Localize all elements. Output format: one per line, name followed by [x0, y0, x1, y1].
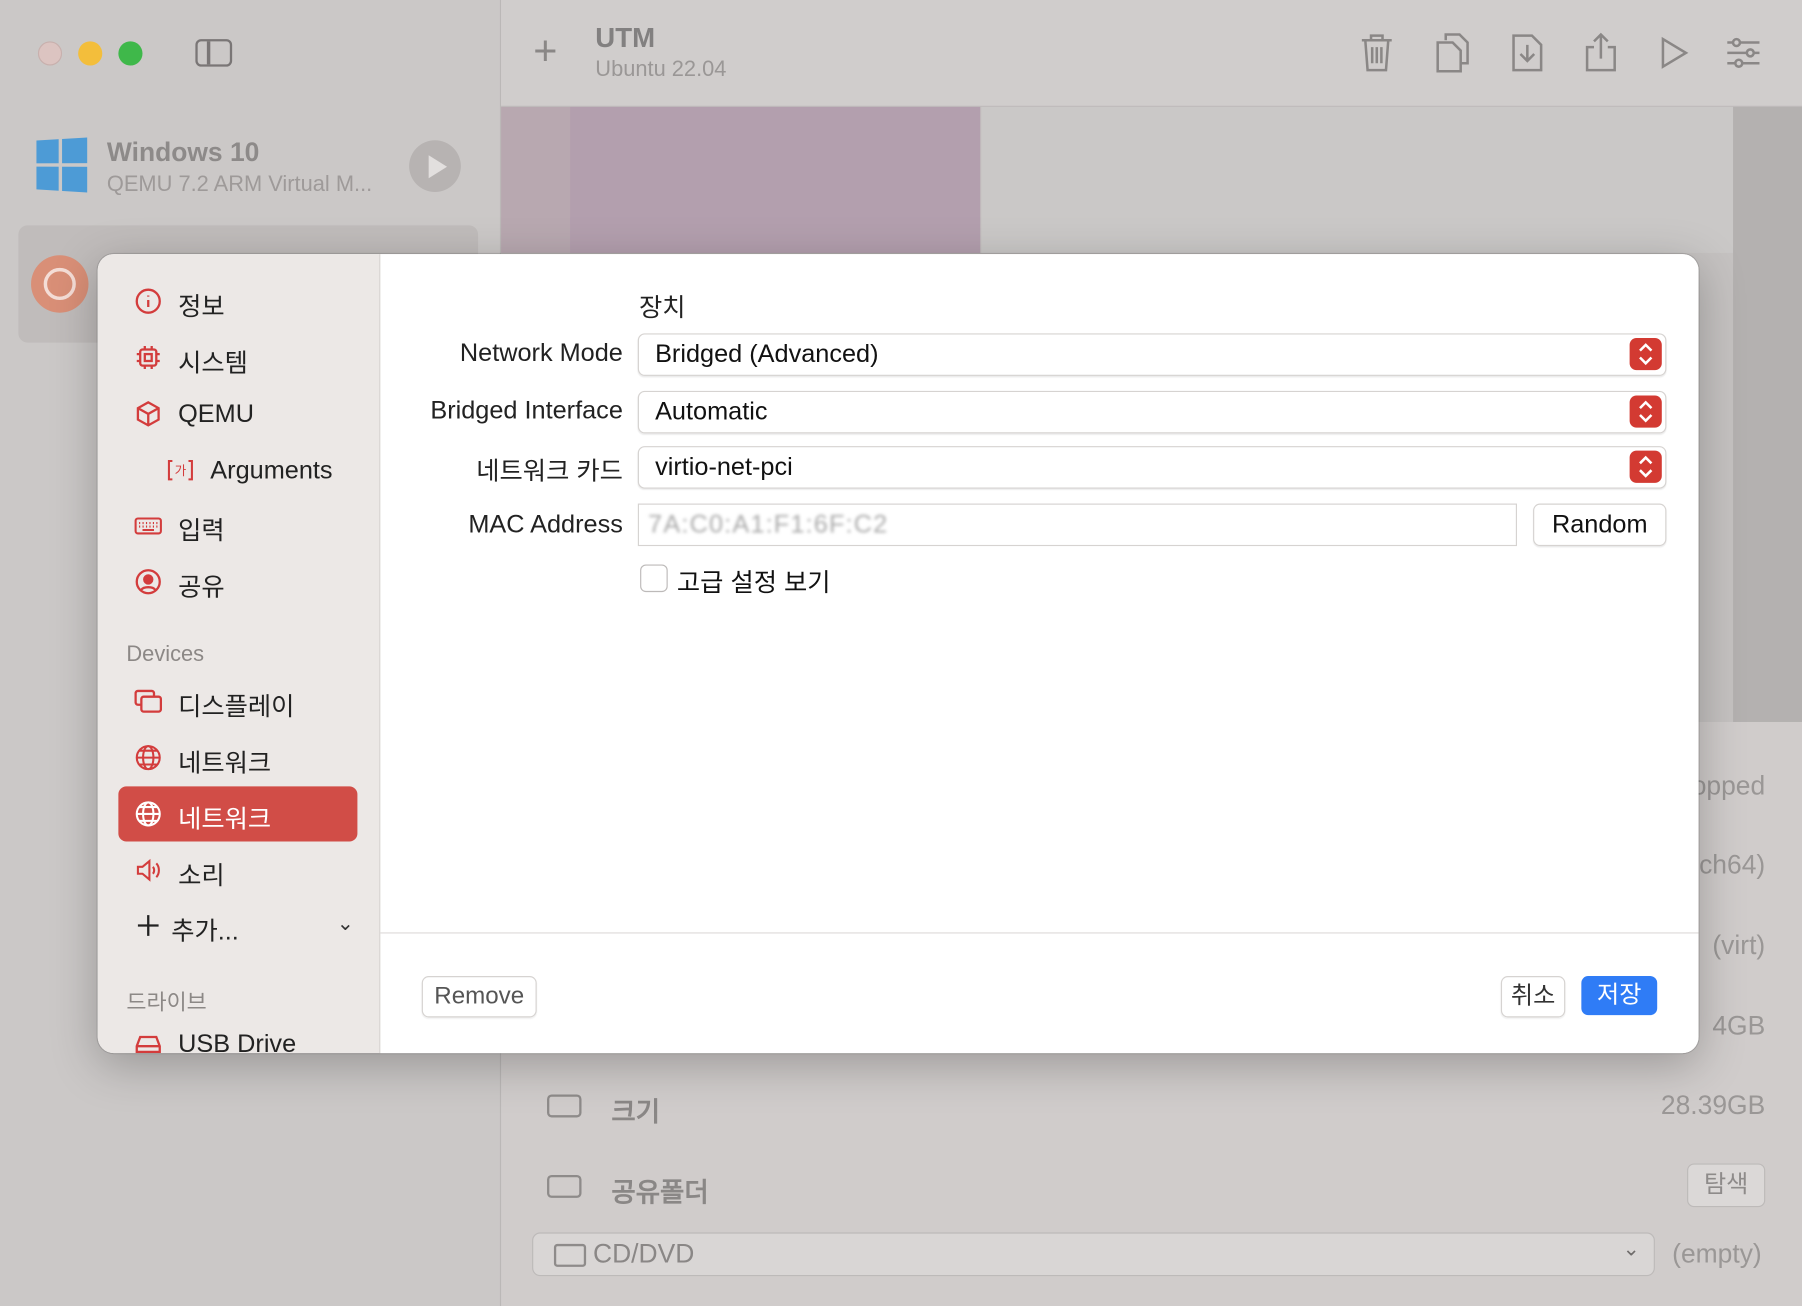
cancel-button[interactable]: 취소 [1500, 976, 1566, 1018]
vm-list-item-windows[interactable]: Windows 10 QEMU 7.2 ARM Virtual M... [0, 109, 500, 224]
sidebar-item-info[interactable]: 정보 [118, 274, 357, 329]
run-icon[interactable] [1654, 31, 1693, 75]
dialog-footer: Remove 취소 저장 [380, 932, 1699, 1054]
globe-icon [134, 800, 162, 828]
sidebar-item-qemu[interactable]: QEMU [118, 386, 357, 441]
add-vm-icon[interactable]: + [533, 27, 557, 74]
zoom-window-button[interactable] [118, 41, 143, 66]
show-advanced-checkbox[interactable] [640, 564, 668, 593]
display-icon [134, 687, 163, 715]
download-icon[interactable] [1508, 31, 1547, 75]
trash-icon[interactable] [1357, 31, 1396, 75]
sidebar-item-input[interactable]: 입력 [118, 498, 357, 553]
plus-icon [134, 912, 162, 940]
terminal-preview [570, 106, 981, 253]
devices-section-header: Devices [126, 642, 205, 667]
clone-icon[interactable] [1433, 31, 1472, 75]
size-label: 크기 [611, 1096, 661, 1127]
shared-folder-label: 공유폴더 [611, 1177, 709, 1208]
cube-icon [134, 400, 162, 428]
network-card-label: 네트워크 카드 [476, 456, 623, 486]
add-device-menu[interactable]: 추가... ⌄ [118, 898, 357, 953]
play-icon[interactable] [409, 140, 461, 192]
person-circle-icon [134, 568, 162, 596]
vm-name: Windows 10 [106, 136, 260, 167]
bridged-interface-select[interactable]: Automatic [637, 390, 1667, 434]
sidebar-item-sound[interactable]: 소리 [118, 843, 357, 898]
save-button[interactable]: 저장 [1581, 976, 1658, 1016]
random-mac-button[interactable]: Random [1533, 503, 1667, 547]
settings-sliders-icon[interactable] [1724, 31, 1763, 75]
sidebar-item-display[interactable]: 디스플레이 [118, 674, 357, 729]
mac-address-label: MAC Address [468, 509, 623, 539]
network-settings-form: 장치 Network Mode Bridged (Advanced) Bridg… [380, 254, 1699, 933]
svg-text:가: 가 [175, 463, 187, 478]
cpu-icon [134, 344, 162, 372]
dock-preview [501, 106, 571, 253]
windows-logo-icon [36, 137, 88, 193]
bridged-interface-label: Bridged Interface [430, 395, 623, 425]
size-value: 28.39GB [1660, 1089, 1766, 1120]
mac-address-field[interactable]: 7A:C0:A1:F1:6F:C2 [637, 503, 1517, 547]
stepper-icon [1629, 395, 1662, 428]
vm-subtitle: QEMU 7.2 ARM Virtual M... [106, 172, 373, 197]
cd-drive-icon [553, 1243, 587, 1267]
remove-button[interactable]: Remove [421, 976, 537, 1018]
stepper-icon [1629, 337, 1662, 371]
globe-icon [134, 744, 162, 772]
speaker-icon [134, 856, 162, 884]
sidebar-item-arguments[interactable]: 가 Arguments [118, 443, 357, 498]
file-manager-preview [981, 106, 1734, 253]
share-icon[interactable] [1581, 31, 1620, 75]
keyboard-icon [134, 512, 162, 540]
drive-icon [547, 1094, 582, 1118]
ubuntu-logo-icon [31, 255, 89, 313]
vm-size-row: 크기 28.39GB [501, 1090, 1765, 1147]
app-title: UTM [595, 22, 656, 55]
network-mode-select[interactable]: Bridged (Advanced) [637, 333, 1667, 376]
settings-sidebar: 정보 시스템 QEMU 가 Arguments 입력 공유 Devices 디스… [97, 254, 381, 1054]
info-icon [134, 287, 162, 315]
chevron-down-icon: ⌄ [336, 911, 355, 935]
stepper-icon [1629, 450, 1662, 483]
section-title: 장치 [638, 293, 686, 322]
drive-icon [134, 1030, 162, 1054]
vm-subtitle: Ubuntu 22.04 [595, 57, 727, 82]
sidebar-item-network-1[interactable]: 네트워크 [118, 730, 357, 785]
chevron-down-icon: ⌄ [1622, 1237, 1640, 1261]
sidebar-item-sharing[interactable]: 공유 [118, 554, 357, 609]
shared-drive-icon [547, 1174, 582, 1198]
sidebar-item-network-2[interactable]: 네트워크 [118, 786, 358, 842]
toolbar: + UTM Ubuntu 22.04 [501, 0, 1802, 107]
cd-status: (empty) [1672, 1238, 1762, 1269]
preview-edge [1733, 106, 1802, 722]
sidebar-item-system[interactable]: 시스템 [118, 330, 357, 385]
arguments-icon: 가 [167, 456, 195, 484]
vm-settings-dialog: 정보 시스템 QEMU 가 Arguments 입력 공유 Devices 디스… [97, 254, 1699, 1054]
show-advanced-label[interactable]: 고급 설정 보기 [677, 562, 831, 599]
close-window-button[interactable] [37, 41, 63, 66]
explore-button[interactable]: 탐색 [1687, 1163, 1766, 1208]
sidebar-item-usb-drive[interactable]: USB Drive [118, 1016, 357, 1054]
network-card-select[interactable]: virtio-net-pci [637, 446, 1667, 489]
sidebar-toggle-icon[interactable] [195, 39, 233, 67]
network-mode-label: Network Mode [459, 337, 623, 367]
minimize-window-button[interactable] [78, 41, 103, 66]
drives-section-header: 드라이브 [126, 990, 207, 1016]
vm-shared-folder-row: 공유폴더 탐색 [501, 1163, 1766, 1227]
cd-dvd-select[interactable]: CD/DVD ⌄ [532, 1232, 1655, 1277]
